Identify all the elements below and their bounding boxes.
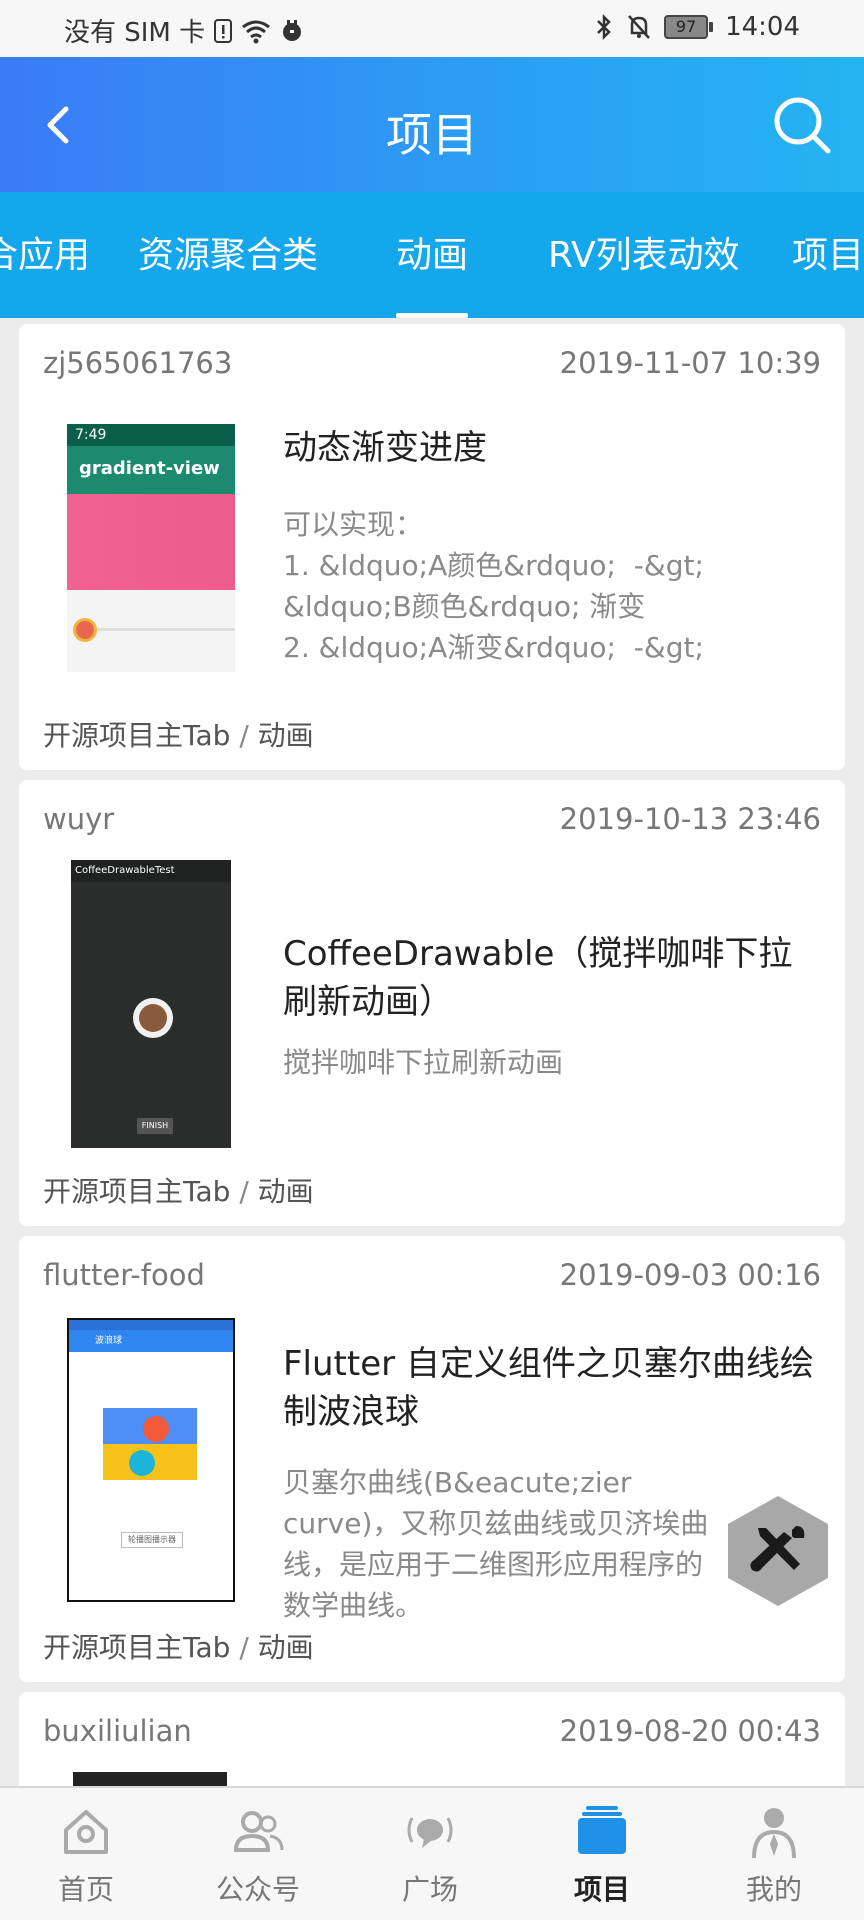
chapter-parent: 开源项目主Tab xyxy=(43,1631,231,1664)
thumb-progress-area xyxy=(67,590,235,672)
carrier-text: 没有 SIM 卡 xyxy=(64,18,206,48)
status-right: 97 14:04 xyxy=(594,12,800,42)
thumb-progress-knob xyxy=(73,618,97,642)
battery-nub xyxy=(709,22,714,32)
project-date: 2019-08-20 00:43 xyxy=(559,1714,821,1748)
chapter-parent: 开源项目主Tab xyxy=(43,1175,231,1208)
clock: 14:04 xyxy=(725,12,800,42)
tools-fab-button[interactable] xyxy=(722,1492,834,1608)
project-author: buxiliulian xyxy=(43,1714,192,1748)
nav-mine-label: 我的 xyxy=(745,1873,802,1906)
search-button[interactable] xyxy=(762,85,842,165)
thumb-status-bar xyxy=(69,1320,233,1330)
nav-project[interactable]: 项目 xyxy=(516,1788,688,1920)
nav-square[interactable]: 广场 xyxy=(344,1788,516,1920)
chapter-separator: / xyxy=(239,719,249,752)
thumb-button: 轮播图播示器 xyxy=(121,1532,183,1548)
chapter-separator: / xyxy=(239,1631,249,1664)
tab-project[interactable]: 项目 xyxy=(792,226,864,278)
chapter-child: 动画 xyxy=(257,1175,314,1208)
project-thumbnail: 7:49 gradient-view xyxy=(67,424,235,672)
bluetooth-icon xyxy=(597,13,611,41)
category-tabs: 合应用 资源聚合类 动画 RV列表动效 项目 xyxy=(0,192,864,318)
project-title: CoffeeDrawable（搅拌咖啡下拉刷新动画） xyxy=(283,934,793,1022)
project-author: zj565061763 xyxy=(43,346,233,380)
project-icon xyxy=(578,1806,626,1854)
status-left: 没有 SIM 卡 xyxy=(64,12,305,49)
nav-official[interactable]: 公众号 xyxy=(172,1788,344,1920)
bottom-navigation: 首页 公众号 广场 项目 我的 xyxy=(0,1786,864,1920)
project-title: Flutter 自定义组件之贝塞尔曲线绘制波浪球 xyxy=(283,1344,814,1432)
thumb-status-time: 7:49 xyxy=(75,427,107,443)
battery-level: 97 xyxy=(664,15,709,39)
thumb-toolbar: gradient-view xyxy=(67,446,235,494)
thumb-toolbar: CoffeeDrawableTest xyxy=(71,860,231,882)
nav-home[interactable]: 首页 xyxy=(0,1788,172,1920)
project-title: 动态渐变进度 xyxy=(283,428,487,468)
project-chapter: 开源项目主Tab / 动画 xyxy=(43,1626,314,1666)
tab-rv-effect[interactable]: RV列表动效 xyxy=(548,226,740,278)
battery-indicator: 97 xyxy=(664,15,714,39)
chapter-separator: / xyxy=(239,1175,249,1208)
nav-official-label: 公众号 xyxy=(215,1873,300,1906)
mute-bell-icon xyxy=(628,15,650,39)
project-author: wuyr xyxy=(43,802,115,836)
project-desc: 可以实现： 1. &ldquo;A颜色&rdquo; -&gt; &ldquo;… xyxy=(283,508,704,664)
tab-resource[interactable]: 资源聚合类 xyxy=(138,226,318,278)
sim-alert-icon xyxy=(214,18,233,43)
search-icon xyxy=(774,97,831,154)
project-desc: 搅拌咖啡下拉刷新动画 xyxy=(283,1046,564,1079)
chapter-parent: 开源项目主Tab xyxy=(43,719,231,752)
coffee xyxy=(139,1004,167,1032)
thumb-red-ball xyxy=(143,1416,169,1442)
project-author: flutter-food xyxy=(43,1258,205,1292)
status-bar: 没有 SIM 卡 97 14:04 xyxy=(0,0,864,57)
chapter-child: 动画 xyxy=(257,1631,314,1664)
debug-icon xyxy=(283,19,302,41)
thumb-cyan-ball xyxy=(129,1450,155,1476)
thumb-toolbar: 波浪球 xyxy=(69,1330,233,1352)
project-thumbnail: 波浪球 轮播图播示器 xyxy=(67,1318,235,1602)
project-card[interactable]: zj565061763 2019-11-07 10:39 7:49 gradie… xyxy=(19,324,845,770)
nav-project-label: 项目 xyxy=(573,1873,630,1906)
project-thumbnail xyxy=(73,1772,227,1786)
broadcast-icon xyxy=(407,1817,453,1848)
thumb-progress-track xyxy=(77,628,235,631)
wifi-icon xyxy=(242,20,271,43)
chapter-child: 动画 xyxy=(257,719,314,752)
people-icon xyxy=(233,1811,284,1852)
project-desc: 贝塞尔曲线(B&eacute;zier curve)，又称贝兹曲线或贝济埃曲线，… xyxy=(283,1466,709,1622)
project-date: 2019-11-07 10:39 xyxy=(559,346,821,380)
project-date: 2019-09-03 00:16 xyxy=(559,1258,821,1292)
tools-icon xyxy=(728,1496,828,1606)
app-screen: 没有 SIM 卡 97 14:04 项目 合应用 资源聚合类 动画 RV列表动效… xyxy=(0,0,864,1920)
project-chapter: 开源项目主Tab / 动画 xyxy=(43,714,314,754)
nav-home-label: 首页 xyxy=(57,1873,114,1906)
project-thumbnail: CoffeeDrawableTest FINISH xyxy=(71,860,231,1148)
page-title: 项目 xyxy=(386,108,478,162)
project-chapter: 开源项目主Tab / 动画 xyxy=(43,1170,314,1210)
nav-mine[interactable]: 我的 xyxy=(688,1788,860,1920)
project-card[interactable]: buxiliulian 2019-08-20 00:43 xyxy=(19,1692,845,1786)
home-icon xyxy=(64,1810,108,1854)
project-date: 2019-10-13 23:46 xyxy=(559,802,821,836)
project-card[interactable]: flutter-food 2019-09-03 00:16 波浪球 轮播图播示器… xyxy=(19,1236,845,1682)
thumb-finish-button: FINISH xyxy=(137,1118,173,1134)
tab-app[interactable]: 合应用 xyxy=(0,226,90,278)
project-card[interactable]: wuyr 2019-10-13 23:46 CoffeeDrawableTest… xyxy=(19,780,845,1226)
coffee-cup xyxy=(133,998,173,1038)
thumb-status-bar: 7:49 xyxy=(67,424,235,446)
tab-animation[interactable]: 动画 xyxy=(396,226,469,318)
nav-square-label: 广场 xyxy=(401,1873,458,1906)
thumb-gradient-block xyxy=(67,494,235,590)
app-header: 项目 xyxy=(0,57,864,192)
profile-icon xyxy=(752,1808,796,1859)
